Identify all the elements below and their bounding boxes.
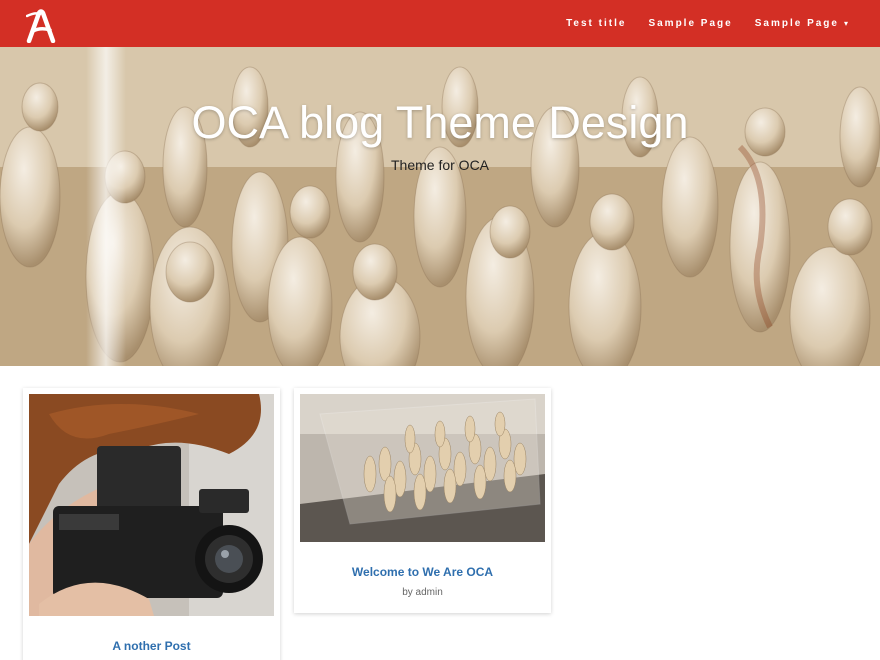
top-navbar: Test title Sample Page Sample Page ▾ [0,0,880,47]
nav-item-label: Test title [566,18,627,29]
nav-item-sample-page[interactable]: Sample Page [648,18,732,29]
chevron-down-icon: ▾ [843,19,848,28]
hero-banner: OCA blog Theme Design Theme for OCA [0,47,880,366]
post-thumbnail[interactable] [29,394,274,616]
site-logo[interactable] [26,9,56,43]
sculpture-figures-photo [300,394,545,542]
post-thumbnail[interactable] [300,394,545,542]
post-card: A nother Post [23,388,280,660]
post-author: by admin [402,587,443,598]
site-title: OCA blog Theme Design [191,97,689,148]
site-tagline: Theme for OCA [390,157,490,173]
photographer-camera-photo [29,394,274,616]
nav-item-sample-page-dropdown[interactable]: Sample Page ▾ [755,18,848,29]
nav-item-test-title[interactable]: Test title [566,18,626,29]
post-title-link[interactable]: A nother Post [23,639,280,653]
nav-item-label: Sample Page [648,18,733,29]
hero-background-image [0,47,880,366]
post-title-link[interactable]: Welcome to We Are OCA [294,565,551,579]
main-nav: Test title Sample Page Sample Page ▾ [544,0,848,47]
post-card: Welcome to We Are OCA by admin [294,388,551,613]
nav-item-label: Sample Page [754,18,839,29]
